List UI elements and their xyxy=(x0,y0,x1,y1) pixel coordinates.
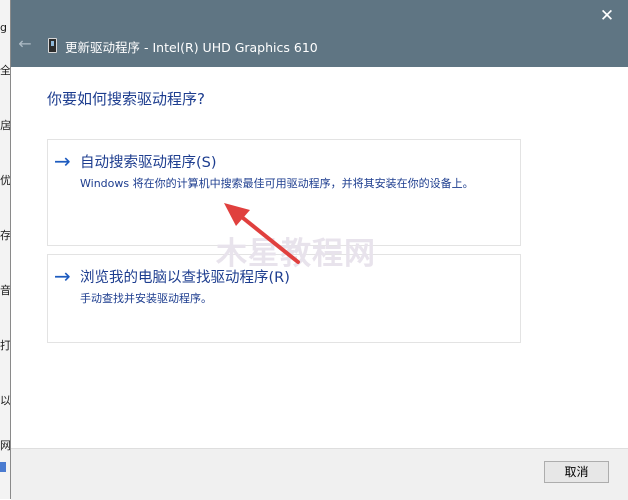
background-taskbar-mark xyxy=(0,462,6,472)
arrow-right-icon: → xyxy=(54,264,71,288)
dialog-footer: 取消 xyxy=(11,448,628,500)
close-icon[interactable]: ✕ xyxy=(597,6,617,26)
option-title: 自动搜索驱动程序(S) xyxy=(80,155,217,171)
background-glyph: g xyxy=(0,21,7,34)
dialog-title: 更新驱动程序 - Intel(R) UHD Graphics 610 xyxy=(65,40,318,55)
arrow-right-icon: → xyxy=(54,149,71,173)
annotation-arrow-icon xyxy=(224,203,300,264)
page-heading: 你要如何搜索驱动程序? xyxy=(47,90,205,108)
cancel-button[interactable]: 取消 xyxy=(544,461,609,483)
option-description: 手动查找并安装驱动程序。 xyxy=(80,292,212,305)
update-driver-dialog: ✕ ← 更新驱动程序 - Intel(R) UHD Graphics 610 你… xyxy=(10,0,628,500)
device-icon xyxy=(48,38,57,53)
option-description: Windows 将在你的计算机中搜索最佳可用驱动程序，并将其安装在你的设备上。 xyxy=(80,177,474,190)
dialog-titlebar: ✕ ← 更新驱动程序 - Intel(R) UHD Graphics 610 xyxy=(11,0,628,67)
back-arrow-icon[interactable]: ← xyxy=(15,34,35,54)
